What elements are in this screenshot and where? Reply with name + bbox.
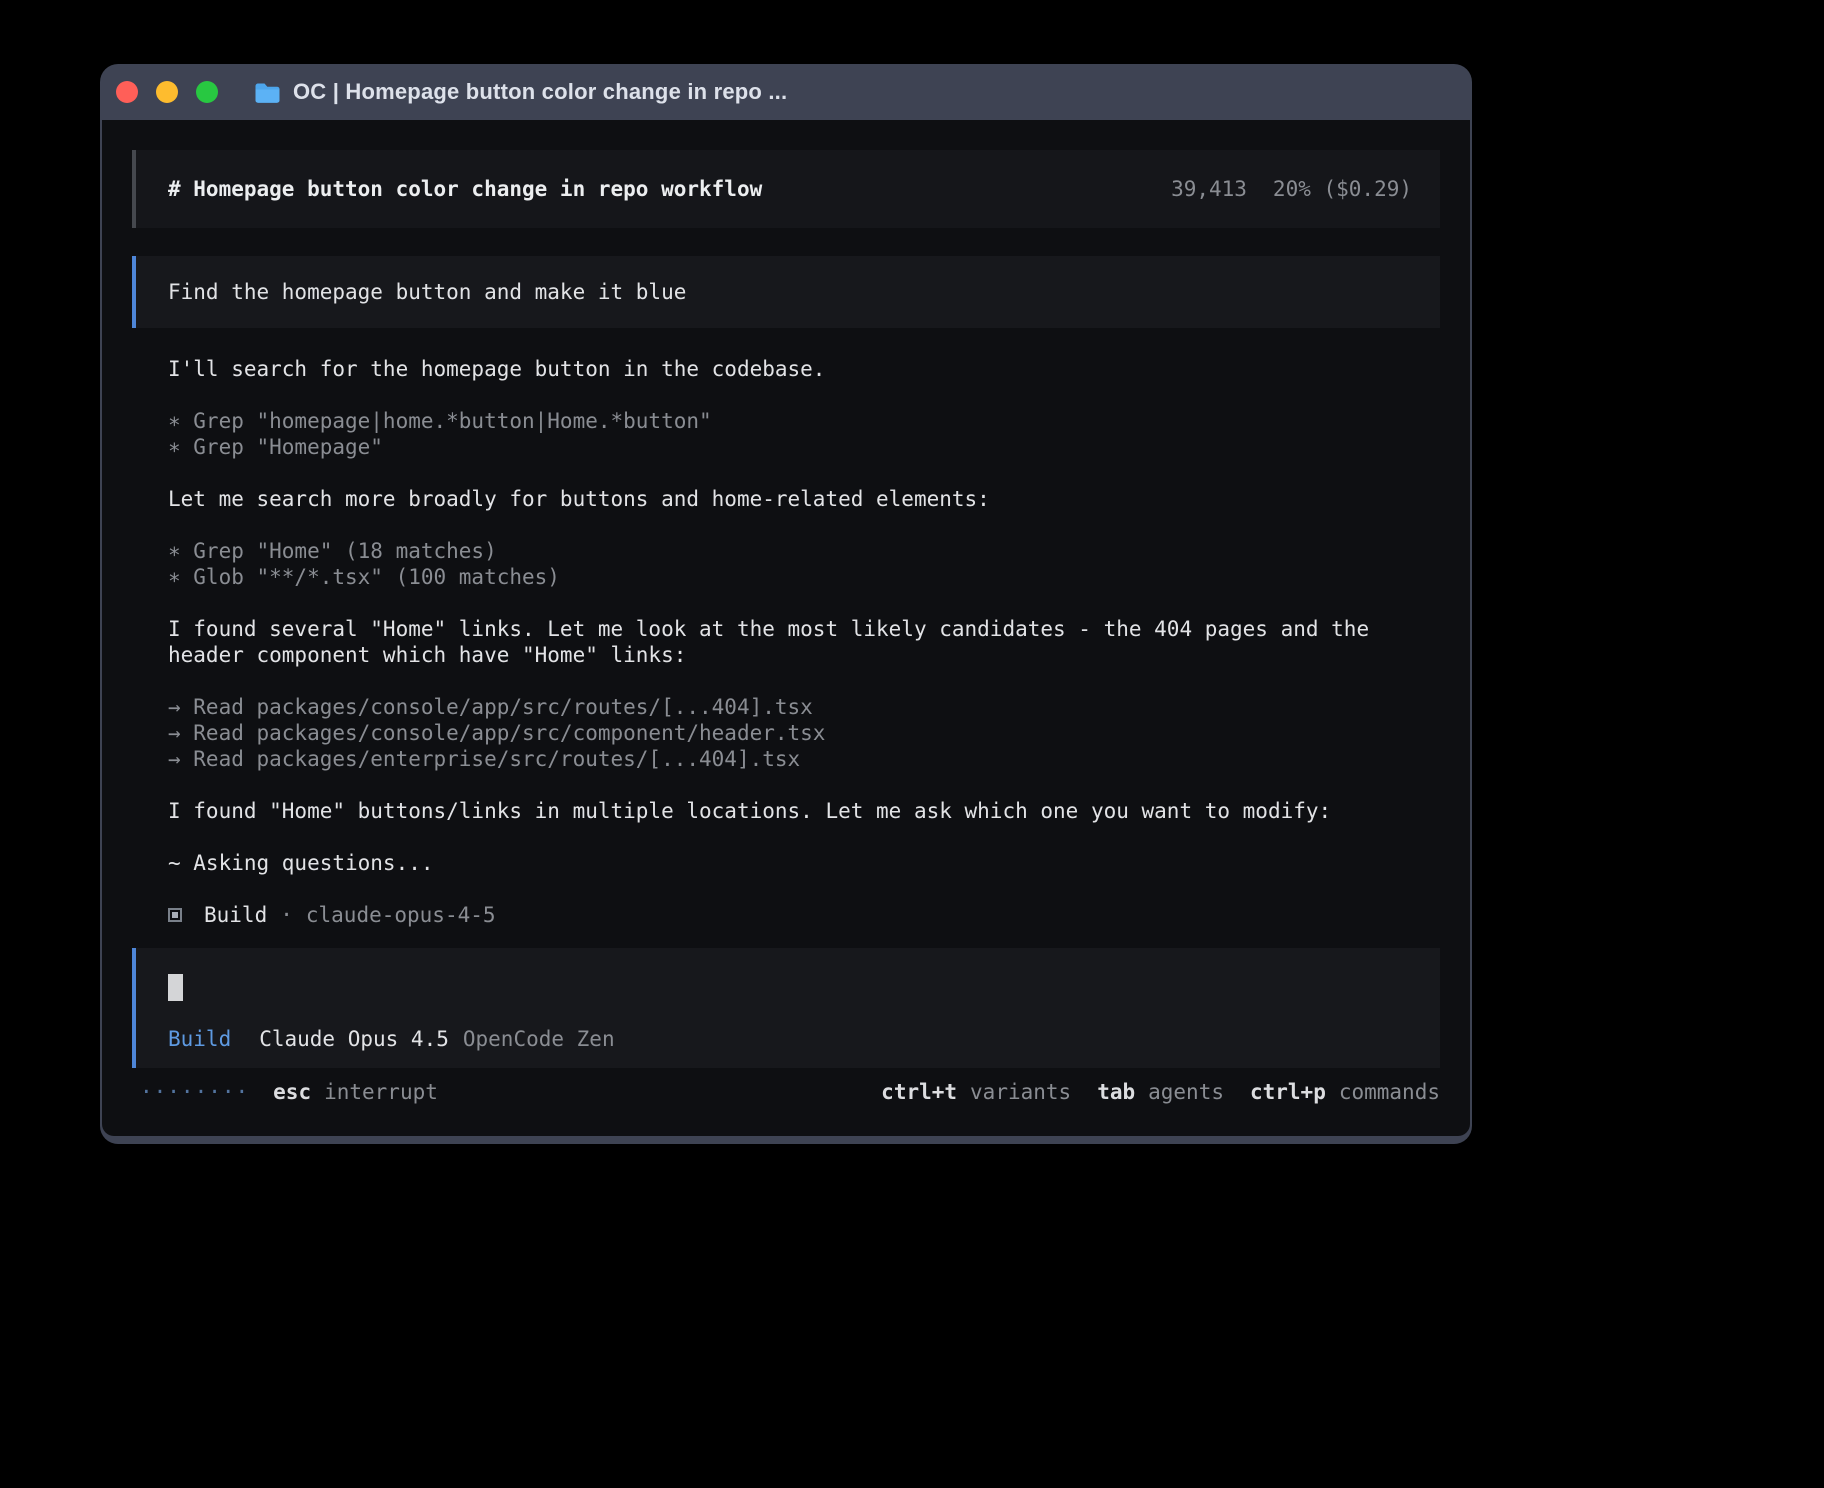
shortcut-key: esc: [273, 1079, 311, 1105]
window-titlebar: OC | Homepage button color change in rep…: [102, 64, 1470, 120]
tool-call-read: → Read packages/console/app/src/componen…: [168, 720, 1440, 746]
mode-label[interactable]: Build: [168, 1026, 231, 1052]
assistant-line: I found "Home" buttons/links in multiple…: [168, 798, 1440, 824]
assistant-status: ~ Asking questions...: [168, 850, 1440, 876]
tool-calls: → Read packages/console/app/src/routes/[…: [168, 694, 1440, 772]
terminal-body: # Homepage button color change in repo w…: [102, 120, 1470, 1136]
shortcut-interrupt: esc interrupt: [273, 1079, 438, 1105]
assistant-text: Let me search more broadly for buttons a…: [168, 486, 1440, 512]
shortcut-commands: ctrl+p commands: [1250, 1079, 1440, 1105]
session-stats: 39,413 20% ($0.29): [1171, 177, 1412, 201]
token-count: 39,413: [1171, 177, 1247, 201]
close-button[interactable]: [116, 81, 138, 103]
window-title: OC | Homepage button color change in rep…: [293, 79, 787, 105]
status-bar-right: ctrl+t variants tab agents ctrl+p comman…: [881, 1079, 1440, 1105]
context-cost: 20% ($0.29): [1273, 177, 1412, 201]
input-status-row: Build Claude Opus 4.5 OpenCode Zen: [168, 1026, 1408, 1052]
tool-calls: ∗ Grep "homepage|home.*button|Home.*butt…: [168, 408, 1440, 460]
tool-call-grep: ∗ Grep "Home" (18 matches): [168, 538, 1440, 564]
folder-icon: [254, 82, 281, 103]
model-name: Claude Opus 4.5: [259, 1026, 449, 1052]
progress-spinner: ········: [140, 1079, 249, 1105]
provider-name: OpenCode Zen: [463, 1026, 615, 1052]
text-cursor: [168, 974, 183, 1001]
conversation: I'll search for the homepage button in t…: [168, 356, 1440, 928]
shortcut-variants: ctrl+t variants: [881, 1079, 1071, 1105]
tool-calls: ∗ Grep "Home" (18 matches) ∗ Glob "**/*.…: [168, 538, 1440, 590]
session-title: # Homepage button color change in repo w…: [168, 177, 762, 201]
tool-call-glob: ∗ Glob "**/*.tsx" (100 matches): [168, 564, 1440, 590]
assistant-text: I found several "Home" links. Let me loo…: [168, 616, 1440, 668]
terminal-window: OC | Homepage button color change in rep…: [100, 64, 1472, 1144]
user-message: Find the homepage button and make it blu…: [132, 256, 1440, 328]
assistant-text: I found "Home" buttons/links in multiple…: [168, 798, 1440, 824]
assistant-line: Let me search more broadly for buttons a…: [168, 486, 1440, 512]
assistant-line: I found several "Home" links. Let me loo…: [168, 616, 1440, 668]
agent-separator: ·: [280, 902, 293, 928]
session-header: # Homepage button color change in repo w…: [132, 150, 1440, 228]
shortcut-key: ctrl+p: [1250, 1079, 1326, 1105]
status-bar-left: ········ esc interrupt: [140, 1079, 438, 1105]
user-message-text: Find the homepage button and make it blu…: [168, 280, 686, 304]
tool-call-grep: ∗ Grep "Homepage": [168, 434, 1440, 460]
shortcut-label: agents: [1148, 1079, 1224, 1105]
agent-name: Build: [204, 902, 267, 928]
tool-call-grep: ∗ Grep "homepage|home.*button|Home.*butt…: [168, 408, 1440, 434]
shortcut-label: variants: [970, 1079, 1071, 1105]
shortcut-key: ctrl+t: [881, 1079, 957, 1105]
shortcut-label: commands: [1339, 1079, 1440, 1105]
minimize-button[interactable]: [156, 81, 178, 103]
shortcut-agents: tab agents: [1097, 1079, 1224, 1105]
assistant-text: I'll search for the homepage button in t…: [168, 356, 1440, 382]
status-bar: ········ esc interrupt ctrl+t variants t…: [132, 1079, 1440, 1105]
agent-model: claude-opus-4-5: [306, 902, 496, 928]
assistant-line: I'll search for the homepage button in t…: [168, 356, 1440, 382]
prompt-input[interactable]: Build Claude Opus 4.5 OpenCode Zen: [132, 948, 1440, 1068]
shortcut-key: tab: [1097, 1079, 1135, 1105]
status-line: ~ Asking questions...: [168, 850, 1440, 876]
agent-status-row: Build · claude-opus-4-5: [168, 902, 1440, 928]
tool-call-read: → Read packages/enterprise/src/routes/[.…: [168, 746, 1440, 772]
agent-icon: [168, 908, 182, 922]
shortcut-label: interrupt: [324, 1079, 438, 1105]
tool-call-read: → Read packages/console/app/src/routes/[…: [168, 694, 1440, 720]
zoom-button[interactable]: [196, 81, 218, 103]
